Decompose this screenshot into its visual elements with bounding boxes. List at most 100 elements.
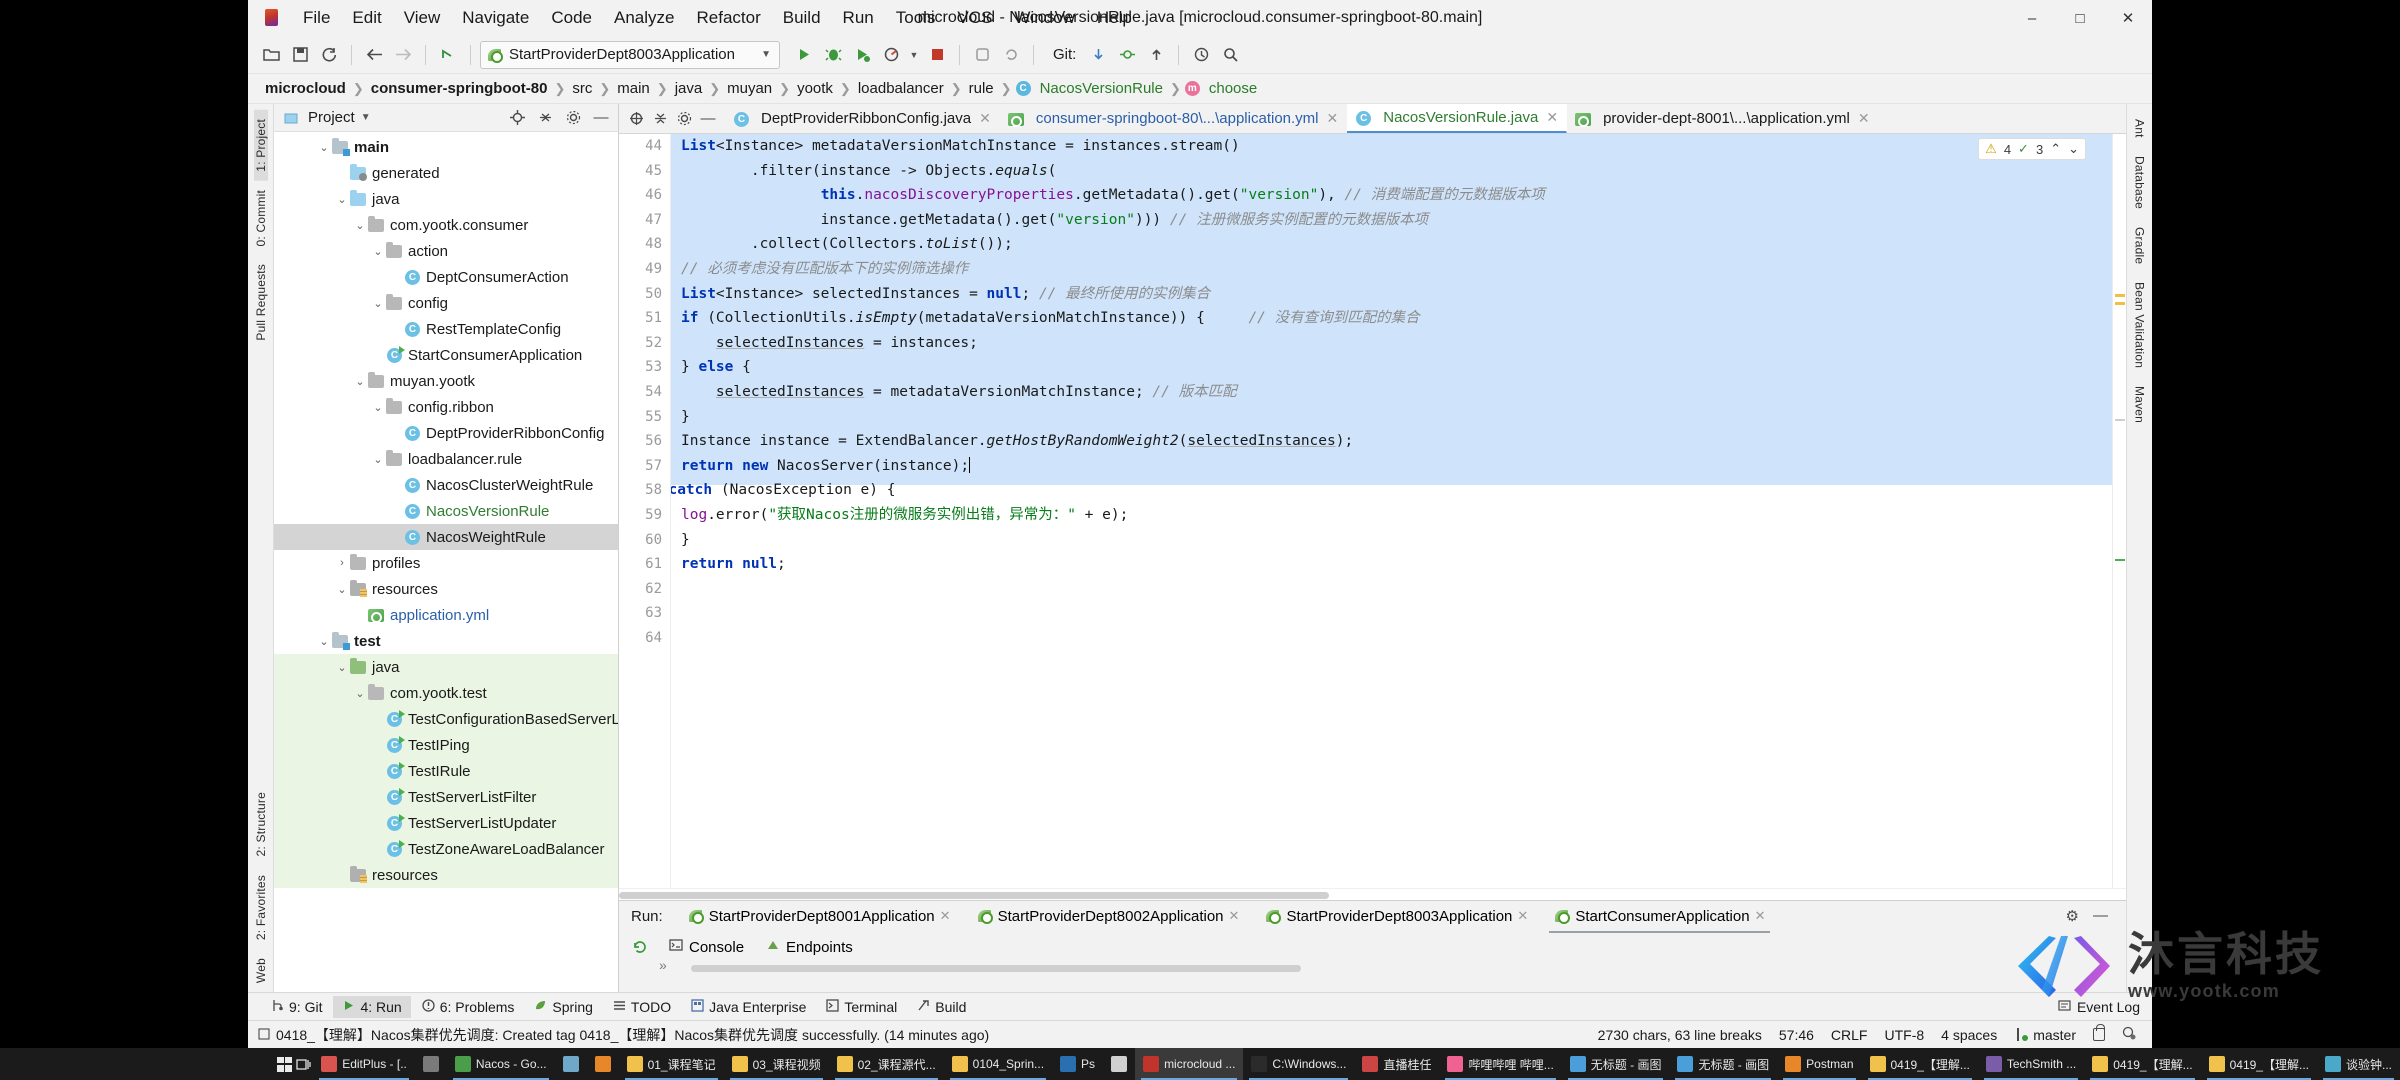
- tool-window-favorites[interactable]: 2: Favorites: [254, 866, 268, 949]
- tree-node-config-ribbon[interactable]: ⌄ config.ribbon: [274, 394, 618, 420]
- taskbar-item-app-4[interactable]: [587, 1048, 619, 1080]
- run-configuration-tabs[interactable]: StartProviderDept8001Application ✕ StartPr…: [675, 904, 1779, 933]
- tree-node-nacosclusterweightrule[interactable]: ·C NacosClusterWeightRule: [274, 472, 618, 498]
- tool-window-project[interactable]: 1: Project: [253, 110, 268, 181]
- taskbar-item-0419-[interactable]: 0419_【理解...: [2084, 1048, 2200, 1080]
- tree-node-toggle-icon[interactable]: ·: [388, 427, 404, 439]
- tool-window-button-java-enterprise[interactable]: Java Enterprise: [682, 996, 815, 1018]
- tree-node-testserverlistupdater[interactable]: ·CTestServerListUpdater: [274, 810, 618, 836]
- tree-node-muyan-yootk[interactable]: ⌄ muyan.yootk: [274, 368, 618, 394]
- menu-item-tools[interactable]: Tools: [885, 4, 947, 32]
- maximize-button[interactable]: □: [2056, 0, 2104, 36]
- editor-tab-close-icon[interactable]: ✕: [1546, 109, 1558, 126]
- run-console-scrollbar[interactable]: [691, 965, 1301, 972]
- breadcrumb-item-rule[interactable]: rule: [966, 80, 997, 97]
- taskbar-item--[interactable]: 无标题 - 画图: [1562, 1048, 1670, 1080]
- tree-node-toggle-icon[interactable]: ·: [370, 843, 386, 855]
- editor-tab-close-icon[interactable]: ✕: [1327, 110, 1339, 127]
- run-tab-close-icon[interactable]: ✕: [1517, 908, 1528, 924]
- tree-node-toggle-icon[interactable]: ⌄: [370, 453, 386, 466]
- taskbar-item-app-10[interactable]: [1103, 1048, 1135, 1080]
- tree-node-toggle-icon[interactable]: ⌄: [352, 687, 368, 700]
- run-tab-close-icon[interactable]: ✕: [940, 908, 951, 924]
- tool-window-database[interactable]: Database: [2133, 147, 2147, 218]
- tool-window-button-problems[interactable]: 6: Problems: [413, 996, 524, 1018]
- menu-bar[interactable]: File Edit View Navigate Code Analyze Ref…: [292, 4, 1143, 32]
- inspection-widget[interactable]: ⚠ 4 ✓ 3 ⌃ ⌄: [1978, 138, 2086, 160]
- taskbar-item-app-1[interactable]: [415, 1048, 447, 1080]
- menu-item-refactor[interactable]: Refactor: [685, 4, 771, 32]
- tree-node-toggle-icon[interactable]: ⌄: [370, 245, 386, 258]
- inspection-icon[interactable]: [2122, 1026, 2136, 1043]
- run-tab-startproviderdept8002application[interactable]: StartProviderDept8002Application ✕: [964, 904, 1253, 929]
- locate-file-icon[interactable]: [506, 107, 528, 129]
- status-line-separator[interactable]: CRLF: [1831, 1027, 1868, 1043]
- tree-node-startconsumerapplication[interactable]: ·CStartConsumerApplication: [274, 342, 618, 368]
- tree-node-com-yootk-test[interactable]: ⌄ com.yootk.test: [274, 680, 618, 706]
- tree-node-deptconsumeraction[interactable]: ·C DeptConsumerAction: [274, 264, 618, 290]
- tree-node-toggle-icon[interactable]: ·: [370, 349, 386, 361]
- tree-node-testiping[interactable]: ·CTestIPing: [274, 732, 618, 758]
- taskbar-item-01-[interactable]: 01_课程笔记: [619, 1048, 724, 1080]
- run-tab-bar[interactable]: Run: StartProviderDept8001Application ✕ St…: [619, 901, 2126, 933]
- expand-collapse-icon[interactable]: [649, 108, 671, 130]
- run-tab-startproviderdept8001application[interactable]: StartProviderDept8001Application ✕: [675, 904, 964, 929]
- menu-item-vcs[interactable]: VCS: [946, 4, 1003, 32]
- menu-item-window[interactable]: Window: [1003, 4, 1085, 32]
- tool-window-button-spring[interactable]: Spring: [525, 996, 601, 1018]
- tree-node-java[interactable]: ⌄ java: [274, 186, 618, 212]
- menu-item-file[interactable]: File: [292, 4, 341, 32]
- menu-item-navigate[interactable]: Navigate: [451, 4, 540, 32]
- menu-item-view[interactable]: View: [393, 4, 452, 32]
- window-controls[interactable]: – □ ✕: [2008, 0, 2152, 36]
- tool-window-commit[interactable]: 0: Commit: [254, 181, 268, 255]
- tree-node-resources[interactable]: · resources: [274, 862, 618, 888]
- hide-run-panel-icon[interactable]: —: [2093, 907, 2108, 925]
- rerun-application-icon[interactable]: [629, 936, 651, 958]
- event-log-label[interactable]: Event Log: [2077, 999, 2140, 1015]
- tree-node-generated[interactable]: · generated: [274, 160, 618, 186]
- run-tab-close-icon[interactable]: ✕: [1755, 908, 1766, 924]
- tree-node-config[interactable]: ⌄ config: [274, 290, 618, 316]
- tool-window-button-git[interactable]: 9: Git: [262, 996, 331, 1018]
- tool-window-button-run[interactable]: 4: Run: [333, 995, 411, 1018]
- debug-button[interactable]: [820, 42, 846, 68]
- tree-node-toggle-icon[interactable]: ⌄: [352, 375, 368, 388]
- taskbar-item-microcloud-[interactable]: microcloud ...: [1135, 1048, 1244, 1080]
- tool-window-button-todo[interactable]: TODO: [604, 996, 680, 1018]
- taskbar-item-0419-[interactable]: 0419_【理解...: [1862, 1048, 1978, 1080]
- tool-window-structure[interactable]: 2: Structure: [254, 783, 268, 865]
- tree-node-toggle-icon[interactable]: ·: [388, 505, 404, 517]
- tree-node-loadbalancer-rule[interactable]: ⌄ loadbalancer.rule: [274, 446, 618, 472]
- tool-window-bar[interactable]: 9: Git 4: Run 6: Problems Spring TODO Ja…: [248, 992, 2152, 1020]
- profile-dropdown-icon[interactable]: ▼: [907, 42, 921, 68]
- collapse-all-icon[interactable]: [534, 107, 556, 129]
- marker-ok[interactable]: [2115, 559, 2125, 561]
- chevron-down-icon[interactable]: ▼: [761, 49, 771, 60]
- tree-node-toggle-icon[interactable]: ·: [370, 817, 386, 829]
- taskbar-item-c-windows-[interactable]: C:\Windows...: [1243, 1048, 1354, 1080]
- tree-node-toggle-icon[interactable]: ⌄: [370, 297, 386, 310]
- error-stripe-marker-bar[interactable]: [2112, 134, 2126, 888]
- breadcrumb-item-nacosversionrule[interactable]: NacosVersionRule: [1037, 80, 1166, 97]
- taskbar-item--[interactable]: 哔哩哔哩 哔哩...: [1439, 1048, 1561, 1080]
- tree-node-toggle-icon[interactable]: ·: [388, 531, 404, 543]
- tree-node-toggle-icon[interactable]: ·: [370, 739, 386, 751]
- previous-issue-icon[interactable]: ⌃: [2050, 141, 2061, 157]
- status-branch[interactable]: master: [2014, 1027, 2076, 1043]
- tree-node-testconfigurationbasedserverlist[interactable]: ·CTestConfigurationBasedServerList: [274, 706, 618, 732]
- tree-node-action[interactable]: ⌄ action: [274, 238, 618, 264]
- breadcrumb-item-src[interactable]: src: [569, 80, 595, 97]
- tree-node-toggle-icon[interactable]: ⌄: [334, 583, 350, 596]
- marker-warning[interactable]: [2115, 294, 2125, 297]
- tree-node-toggle-icon[interactable]: ·: [370, 765, 386, 777]
- breadcrumb-item-java[interactable]: java: [672, 80, 706, 97]
- undo-icon[interactable]: [435, 42, 461, 68]
- save-all-icon[interactable]: [287, 42, 313, 68]
- editor-tab-deptproviderribbonconfig-java[interactable]: C DeptProviderRibbonConfig.java ✕: [725, 104, 1000, 133]
- source-code[interactable]: List<Instance> metadataVersionMatchInsta…: [671, 134, 2112, 577]
- run-overflow-icon[interactable]: »: [659, 957, 667, 973]
- tree-node-testzoneawareloadbalancer[interactable]: ·CTestZoneAwareLoadBalancer: [274, 836, 618, 862]
- status-indent[interactable]: 4 spaces: [1941, 1027, 1997, 1043]
- project-settings-gear-icon[interactable]: [562, 107, 584, 129]
